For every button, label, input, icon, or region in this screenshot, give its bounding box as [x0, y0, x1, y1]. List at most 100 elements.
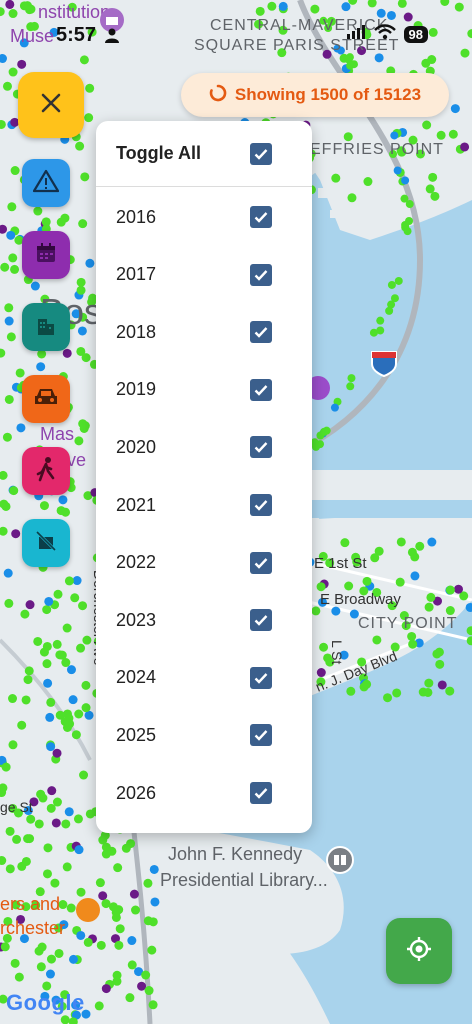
crash-point[interactable] [385, 306, 394, 315]
crash-point[interactable] [448, 129, 458, 139]
crash-point[interactable] [127, 936, 137, 946]
year-row-2026[interactable]: 2026 [96, 764, 312, 822]
crash-point[interactable] [107, 846, 117, 856]
crash-point[interactable] [80, 172, 90, 182]
year-checkbox[interactable] [250, 263, 272, 286]
year-row-2024[interactable]: 2024 [96, 649, 312, 707]
year-filter-button[interactable] [22, 231, 70, 279]
crash-point[interactable] [5, 864, 15, 874]
crash-point[interactable] [79, 55, 89, 65]
crash-point[interactable] [6, 230, 16, 240]
crash-point[interactable] [33, 206, 43, 216]
crash-point[interactable] [8, 253, 18, 263]
crash-point[interactable] [43, 678, 53, 688]
crash-point[interactable] [424, 678, 434, 688]
year-row-2020[interactable]: 2020 [96, 418, 312, 476]
vehicle-filter-button[interactable] [22, 375, 70, 423]
crash-point[interactable] [112, 976, 122, 986]
year-checkbox[interactable] [250, 436, 272, 459]
pedestrian-filter-button[interactable] [22, 447, 70, 495]
crash-point[interactable] [37, 942, 47, 952]
crash-point[interactable] [33, 636, 43, 646]
crash-point[interactable] [396, 537, 406, 547]
crash-point[interactable] [16, 423, 26, 433]
crash-point[interactable] [4, 316, 14, 326]
crash-point[interactable] [61, 658, 71, 668]
crash-point[interactable] [11, 529, 21, 539]
crash-point[interactable] [23, 675, 33, 685]
crash-point[interactable] [81, 680, 91, 690]
crash-point[interactable] [30, 281, 40, 291]
crash-point[interactable] [347, 374, 356, 383]
crash-point[interactable] [460, 142, 470, 152]
toggle-all-row[interactable]: Toggle All [96, 121, 312, 187]
hazard-filter-button[interactable] [22, 159, 70, 207]
crash-point[interactable] [432, 649, 442, 659]
crash-point[interactable] [24, 666, 34, 676]
crash-point[interactable] [131, 905, 141, 915]
year-row-2023[interactable]: 2023 [96, 591, 312, 649]
crash-point[interactable] [39, 647, 49, 657]
crash-point[interactable] [341, 2, 351, 12]
crash-point[interactable] [66, 903, 76, 913]
crash-point[interactable] [346, 382, 355, 391]
bicycle-filter-button[interactable] [22, 519, 70, 567]
crash-point[interactable] [445, 585, 455, 595]
crash-point[interactable] [383, 693, 393, 703]
crash-point[interactable] [372, 635, 382, 645]
crash-point[interactable] [76, 643, 86, 653]
crash-point[interactable] [46, 954, 56, 964]
crash-point[interactable] [21, 695, 31, 705]
crash-point[interactable] [76, 887, 86, 897]
crash-point[interactable] [400, 194, 409, 203]
crash-point[interactable] [10, 166, 20, 176]
crash-point[interactable] [17, 861, 27, 871]
crash-point[interactable] [4, 394, 14, 404]
crash-point[interactable] [56, 217, 66, 227]
crash-point[interactable] [437, 680, 447, 690]
crash-point[interactable] [71, 730, 81, 740]
crash-point[interactable] [0, 942, 10, 952]
crash-point[interactable] [403, 12, 413, 22]
crash-point[interactable] [374, 53, 384, 63]
crash-point[interactable] [150, 897, 160, 907]
crash-point[interactable] [50, 878, 60, 888]
crash-point[interactable] [346, 61, 355, 70]
year-row-2016[interactable]: 2016 [96, 188, 312, 246]
crash-point[interactable] [52, 639, 62, 649]
crash-point[interactable] [58, 495, 68, 505]
crash-point[interactable] [61, 819, 71, 829]
year-checkbox[interactable] [250, 782, 272, 804]
crash-point[interactable] [401, 176, 410, 185]
crash-point[interactable] [330, 403, 339, 412]
crash-point[interactable] [4, 303, 14, 313]
crash-point[interactable] [311, 606, 321, 616]
crash-point[interactable] [14, 972, 24, 982]
crash-point[interactable] [121, 843, 131, 853]
crash-point[interactable] [394, 276, 403, 285]
crash-point[interactable] [36, 962, 46, 972]
crash-point[interactable] [85, 809, 95, 819]
crash-point[interactable] [45, 969, 55, 979]
crash-point[interactable] [346, 686, 356, 696]
year-checkbox[interactable] [250, 494, 272, 516]
crash-point[interactable] [343, 132, 353, 142]
crash-point[interactable] [62, 348, 72, 358]
crash-point[interactable] [408, 639, 418, 649]
crash-point[interactable] [8, 67, 18, 77]
crash-point[interactable] [65, 719, 75, 729]
crash-point[interactable] [53, 589, 63, 599]
year-checkbox[interactable] [250, 724, 272, 747]
crash-point[interactable] [454, 2, 464, 12]
crash-point[interactable] [147, 945, 157, 955]
crash-point[interactable] [95, 878, 105, 888]
crash-point[interactable] [363, 177, 373, 187]
crash-point[interactable] [61, 507, 71, 517]
crash-point[interactable] [8, 694, 18, 704]
crash-point[interactable] [2, 432, 12, 442]
year-checkbox[interactable] [250, 551, 272, 574]
crash-point[interactable] [387, 280, 396, 289]
crash-point[interactable] [52, 748, 62, 758]
crash-point[interactable] [422, 120, 432, 130]
crash-point[interactable] [70, 593, 80, 603]
